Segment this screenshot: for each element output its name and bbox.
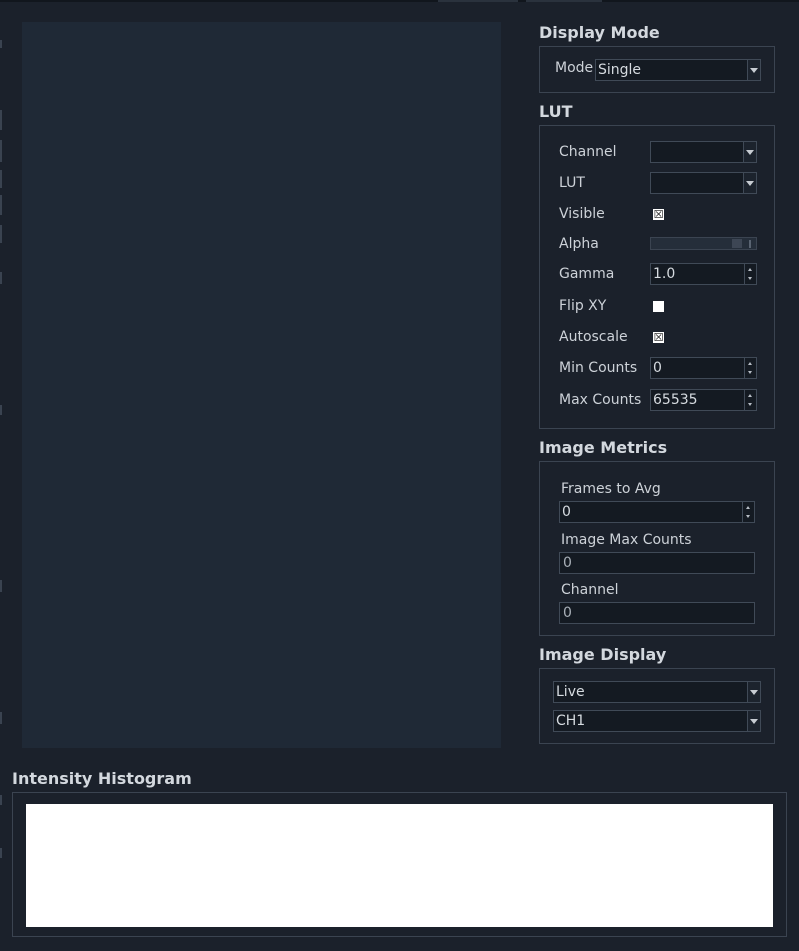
mode-label: Mode	[555, 60, 594, 76]
image-max-counts-field: 0	[559, 552, 755, 574]
alpha-label: Alpha	[559, 236, 599, 252]
display-source-select[interactable]: Live	[553, 681, 761, 703]
image-display-title: Image Display	[539, 645, 667, 664]
display-source-value: Live	[556, 684, 585, 700]
lut-label: LUT	[559, 175, 585, 191]
max-counts-label: Max Counts	[559, 392, 642, 408]
image-metrics-title: Image Metrics	[539, 438, 668, 457]
gamma-label: Gamma	[559, 266, 615, 282]
spin-buttons[interactable]	[742, 502, 754, 522]
min-counts-value: 0	[653, 360, 662, 376]
spin-buttons[interactable]	[744, 358, 756, 378]
top-tab-indicator	[438, 0, 518, 2]
spin-up-icon[interactable]	[748, 268, 752, 271]
left-dock-rail	[0, 0, 3, 951]
frames-to-avg-spinbox[interactable]: 0	[559, 501, 755, 523]
display-mode-group: Mode Single	[539, 46, 775, 93]
metrics-channel-field: 0	[559, 602, 755, 624]
spin-down-icon[interactable]	[746, 515, 750, 518]
chevron-down-icon	[747, 711, 760, 731]
image-viewport[interactable]	[22, 22, 501, 748]
visible-checkbox[interactable]: ☒	[653, 209, 664, 220]
image-display-group: Live CH1	[539, 668, 775, 744]
chevron-down-icon	[743, 173, 756, 193]
chevron-down-icon	[747, 682, 760, 702]
spin-up-icon[interactable]	[748, 362, 752, 365]
mode-select-value: Single	[598, 62, 642, 78]
slider-tick	[749, 240, 751, 248]
flip-xy-checkbox[interactable]	[653, 301, 664, 312]
chevron-down-icon	[743, 142, 756, 162]
spin-down-icon[interactable]	[748, 403, 752, 406]
min-counts-label: Min Counts	[559, 360, 638, 376]
max-counts-spinbox[interactable]: 65535	[650, 389, 757, 411]
channel-select[interactable]	[650, 141, 757, 163]
image-metrics-group: Frames to Avg 0 Image Max Counts 0 Chann…	[539, 461, 775, 636]
spin-buttons[interactable]	[744, 264, 756, 284]
gamma-spinbox[interactable]: 1.0	[650, 263, 757, 285]
check-mark-icon: ☒	[653, 208, 664, 221]
frames-to-avg-value: 0	[562, 504, 571, 520]
autoscale-label: Autoscale	[559, 329, 628, 345]
mode-select[interactable]: Single	[595, 59, 761, 81]
alpha-slider-handle[interactable]	[732, 239, 742, 248]
flip-xy-label: Flip XY	[559, 298, 607, 314]
lut-title: LUT	[539, 102, 573, 121]
lut-select[interactable]	[650, 172, 757, 194]
spin-down-icon[interactable]	[748, 371, 752, 374]
chevron-down-icon	[747, 60, 760, 80]
alpha-slider[interactable]	[650, 237, 757, 250]
min-counts-spinbox[interactable]: 0	[650, 357, 757, 379]
spin-up-icon[interactable]	[748, 394, 752, 397]
spin-down-icon[interactable]	[748, 277, 752, 280]
histogram-plot[interactable]	[26, 804, 773, 927]
lut-group: Channel LUT Visible ☒ Alpha Gamma 1.0 Fl…	[539, 125, 775, 429]
check-mark-icon: ☒	[653, 331, 664, 344]
max-counts-value: 65535	[653, 392, 698, 408]
metrics-channel-label: Channel	[561, 582, 619, 598]
intensity-histogram-title: Intensity Histogram	[12, 769, 192, 788]
gamma-value: 1.0	[653, 266, 676, 282]
display-channel-select[interactable]: CH1	[553, 710, 761, 732]
spin-buttons[interactable]	[744, 390, 756, 410]
frames-to-avg-label: Frames to Avg	[561, 481, 661, 497]
top-border	[0, 0, 799, 2]
channel-label: Channel	[559, 144, 617, 160]
display-mode-title: Display Mode	[539, 23, 660, 42]
top-tab-indicator	[526, 0, 602, 2]
display-channel-value: CH1	[556, 713, 586, 729]
autoscale-checkbox[interactable]: ☒	[653, 332, 664, 343]
visible-label: Visible	[559, 206, 605, 222]
image-max-counts-label: Image Max Counts	[561, 532, 692, 548]
spin-up-icon[interactable]	[746, 506, 750, 509]
